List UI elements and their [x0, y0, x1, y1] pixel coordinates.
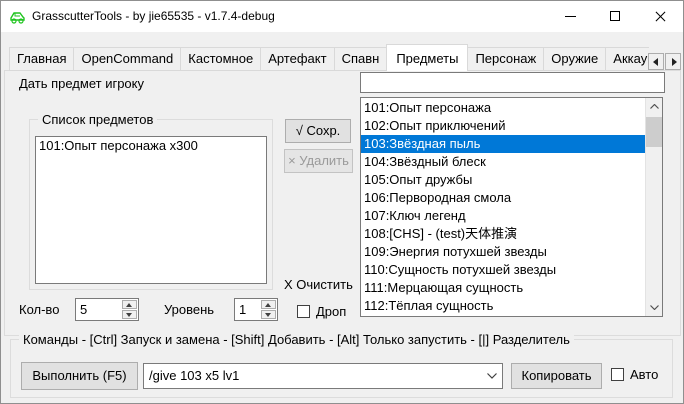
item-list-row[interactable]: 112:Тёплая сущность: [361, 297, 645, 315]
item-list-row[interactable]: 108:[CHS] - (test)天体推演: [361, 225, 645, 243]
tab-scroll-right-button[interactable]: [665, 53, 681, 70]
command-combobox[interactable]: /give 103 x5 lv1: [143, 363, 503, 389]
chevron-down-icon: [650, 305, 659, 310]
tab-3[interactable]: Кастомное: [180, 47, 261, 71]
tab-7[interactable]: Персонаж: [467, 47, 544, 71]
arrow-left-icon: [653, 58, 658, 66]
drop-checkbox[interactable]: [297, 305, 310, 318]
level-stepper[interactable]: 1: [234, 298, 278, 321]
item-list-row[interactable]: 107:Ключ легенд: [361, 207, 645, 225]
count-stepper[interactable]: 5: [75, 298, 139, 321]
tab-5[interactable]: Спавн: [334, 47, 388, 71]
count-value: 5: [80, 299, 87, 320]
app-window: GrasscutterTools - by jie65535 - v1.7.4-…: [0, 0, 684, 404]
run-button[interactable]: Выполнить (F5): [21, 362, 138, 390]
delete-button: × Удалить: [284, 149, 353, 173]
spin-down-icon[interactable]: [122, 310, 137, 319]
item-list-row[interactable]: 111:Мерцающая сущность: [361, 279, 645, 297]
spin-down-icon[interactable]: [261, 310, 276, 319]
item-list-row[interactable]: 103:Звёздная пыль: [361, 135, 645, 153]
tab-2[interactable]: OpenCommand: [73, 47, 181, 71]
chevron-up-icon: [650, 104, 659, 109]
level-value: 1: [239, 299, 246, 320]
command-text: /give 103 x5 lv1: [149, 364, 239, 388]
tab-scroll-left-button[interactable]: [648, 53, 664, 70]
count-spin-buttons: [122, 300, 137, 319]
drop-checkbox-label: Дроп: [316, 304, 346, 319]
tab-4[interactable]: Артефакт: [260, 47, 334, 71]
item-list-row[interactable]: 110:Сущность потухшей звезды: [361, 261, 645, 279]
level-label: Уровень: [164, 302, 214, 317]
level-spin-buttons: [261, 300, 276, 319]
spin-up-icon[interactable]: [261, 300, 276, 309]
item-list-row[interactable]: 104:Звёздный блеск: [361, 153, 645, 171]
item-list-scrollbar[interactable]: [645, 98, 662, 316]
minimize-icon: [565, 16, 576, 17]
window-title: GrasscutterTools - by jie65535 - v1.7.4-…: [32, 1, 275, 32]
title-bar: GrasscutterTools - by jie65535 - v1.7.4-…: [1, 1, 683, 32]
scrollbar-thumb[interactable]: [646, 117, 663, 147]
tab-6[interactable]: Предметы: [386, 44, 468, 71]
tab-1[interactable]: Главная: [9, 47, 74, 71]
item-list-row[interactable]: 109:Энергия потухшей звезды: [361, 243, 645, 261]
item-list-row[interactable]: 102:Опыт приключений: [361, 117, 645, 135]
spin-up-icon[interactable]: [122, 300, 137, 309]
scroll-up-button[interactable]: [646, 98, 663, 115]
item-list-row[interactable]: 105:Опыт дружбы: [361, 171, 645, 189]
commands-group-box: Команды - [Ctrl] Запуск и замена - [Shif…: [10, 339, 673, 398]
tab-strip: ГлавнаяOpenCommandКастомноеАртефактСпавн…: [9, 44, 649, 71]
item-list-row[interactable]: 101:Опыт персонажа: [361, 99, 645, 117]
clear-button[interactable]: X Очистить: [284, 277, 353, 292]
saved-item-listbox[interactable]: 101:Опыт персонажа x300: [35, 136, 267, 284]
commands-group-title: Команды - [Ctrl] Запуск и замена - [Shif…: [19, 332, 574, 347]
maximize-button[interactable]: [593, 1, 638, 32]
tab-9[interactable]: Аккаун: [605, 47, 649, 71]
arrow-right-icon: [672, 58, 677, 66]
item-group-box: Список предметов 101:Опыт персонажа x300: [29, 119, 273, 290]
saved-item-row[interactable]: 101:Опыт персонажа x300: [36, 137, 266, 155]
auto-checkbox-label: Авто: [630, 367, 658, 382]
tab-8[interactable]: Оружие: [543, 47, 606, 71]
auto-checkbox[interactable]: [611, 368, 624, 381]
item-listbox[interactable]: 101:Опыт персонажа102:Опыт приключений10…: [360, 97, 663, 317]
item-search-input[interactable]: [360, 72, 665, 93]
item-list-rows: 101:Опыт персонажа102:Опыт приключений10…: [361, 99, 645, 315]
maximize-icon: [610, 11, 620, 21]
give-item-label: Дать предмет игроку: [19, 76, 144, 91]
count-label: Кол-во: [19, 302, 59, 317]
scroll-down-button[interactable]: [646, 299, 663, 316]
minimize-button[interactable]: [548, 1, 593, 32]
close-icon: [655, 11, 666, 22]
item-list-row[interactable]: 106:Первородная смола: [361, 189, 645, 207]
save-button[interactable]: √ Сохр.: [285, 119, 351, 143]
app-logo-icon: [9, 8, 26, 25]
close-button[interactable]: [638, 1, 683, 32]
copy-button[interactable]: Копировать: [511, 363, 602, 389]
chevron-down-icon[interactable]: [487, 373, 497, 379]
item-group-title: Список предметов: [38, 112, 157, 127]
